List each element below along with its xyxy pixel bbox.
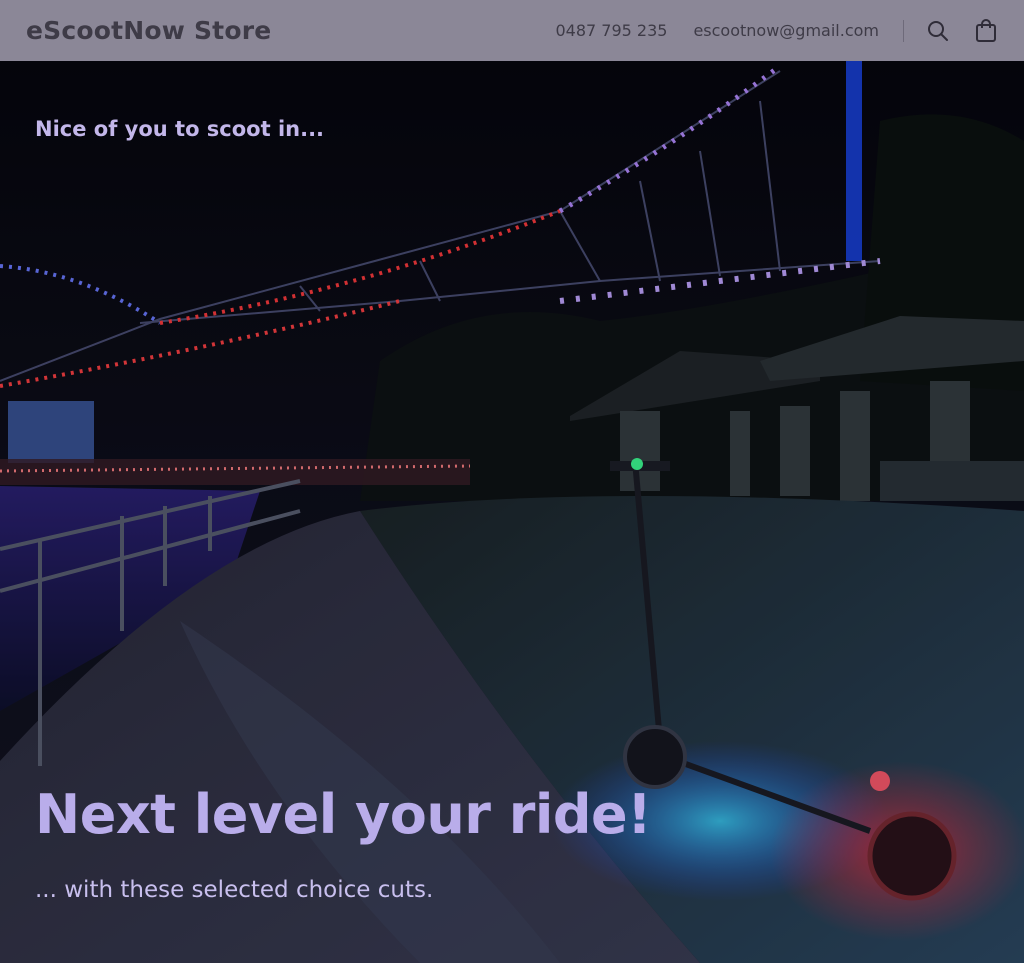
hero-banner: Nice of you to scoot in... Next level yo… (0, 61, 1024, 963)
shopping-bag-icon[interactable] (974, 18, 998, 43)
hero-eyebrow: Nice of you to scoot in... (35, 117, 325, 141)
search-icon[interactable] (926, 19, 950, 43)
hero-subline: ... with these selected choice cuts. (35, 877, 434, 903)
site-header: eScootNow Store 0487 795 235 escootnow@g… (0, 0, 1024, 61)
header-divider (903, 19, 904, 42)
phone-link[interactable]: 0487 795 235 (555, 21, 667, 40)
brand-logo[interactable]: eScootNow Store (26, 16, 271, 45)
hero-headline: Next level your ride! (35, 783, 652, 846)
header-actions: 0487 795 235 escootnow@gmail.com (529, 18, 998, 43)
email-link[interactable]: escootnow@gmail.com (693, 21, 879, 40)
